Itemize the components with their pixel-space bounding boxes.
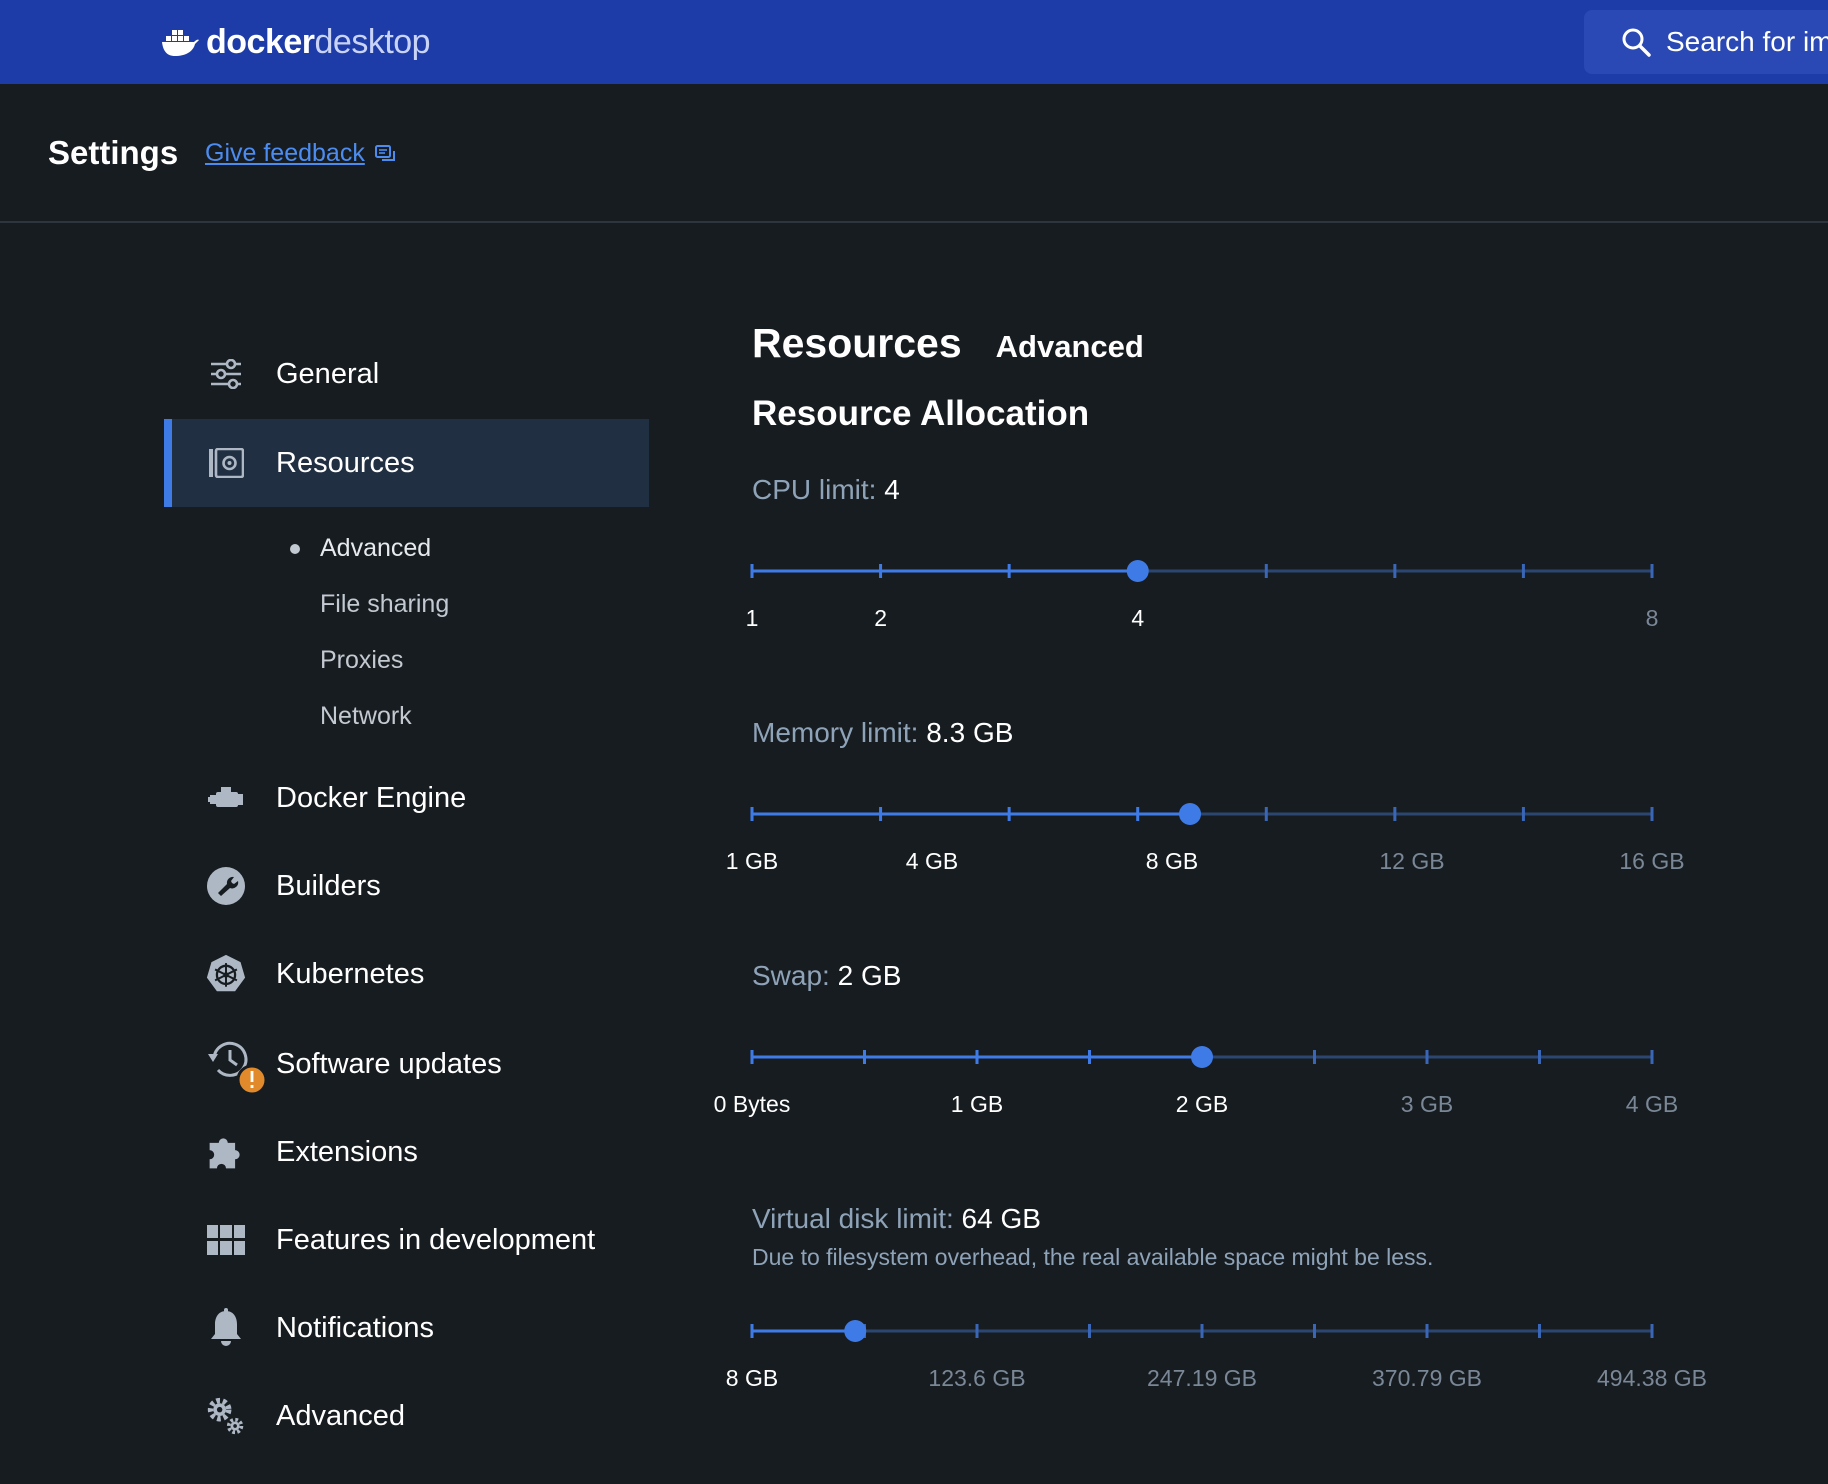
sidebar-item-label: Docker Engine	[276, 781, 467, 814]
memory-limit-value: 8.3 GB	[926, 717, 1014, 748]
swap-label: Swap: 2 GB	[752, 960, 901, 992]
slider-tick-label: 4	[1131, 605, 1145, 631]
memory-limit-key: Memory limit:	[752, 717, 919, 748]
engine-icon	[206, 778, 246, 818]
cpu-limit-label: CPU limit: 4	[752, 474, 900, 506]
grid-icon	[206, 1220, 246, 1260]
slider-tick-label: 2 GB	[1175, 1091, 1229, 1117]
resources-icon	[206, 443, 246, 483]
slider-tick-label: 1	[745, 605, 759, 631]
settings-tabs: Resources Advanced	[752, 320, 1144, 367]
page-title: Settings	[48, 134, 179, 171]
slider-tick-label: 16 GB	[1619, 848, 1685, 874]
search-placeholder: Search for im	[1666, 26, 1828, 57]
sidebar-item-features-in-development[interactable]: Features in development	[164, 1196, 649, 1284]
slider-tick-label: 1 GB	[950, 1091, 1004, 1117]
docker-whale-icon	[162, 30, 199, 56]
slider-tick-label: 2	[874, 605, 888, 631]
slider-tick-label: 8 GB	[1145, 848, 1199, 874]
sub-item-file-sharing[interactable]: File sharing	[320, 590, 449, 619]
sidebar-item-label: General	[276, 357, 380, 390]
cpu-limit-key: CPU limit:	[752, 474, 877, 505]
puzzle-icon	[206, 1132, 246, 1172]
tab-resources[interactable]: Resources	[752, 320, 962, 367]
slider-tick-label: 12 GB	[1379, 848, 1445, 874]
sidebar-item-label: Builders	[276, 869, 381, 902]
slider-tick-label: 1 GB	[725, 848, 779, 874]
give-feedback-label: Give feedback	[205, 139, 365, 167]
feedback-icon	[374, 144, 395, 161]
swap-key: Swap:	[752, 960, 830, 991]
slider-thumb[interactable]	[1191, 1046, 1213, 1068]
gears-icon	[206, 1396, 246, 1436]
swap-value: 2 GB	[837, 960, 902, 991]
sidebar-item-label: Features in development	[276, 1223, 596, 1256]
slider-tick-label: 4 GB	[905, 848, 959, 874]
history-icon	[206, 1041, 268, 1096]
virtual-disk-limit-key: Virtual disk limit:	[752, 1203, 954, 1234]
slider-thumb[interactable]	[1179, 803, 1202, 825]
sidebar-item-resources[interactable]: Resources	[164, 419, 649, 507]
section-title: Resource Allocation	[752, 394, 1090, 433]
give-feedback-link[interactable]: Give feedback	[205, 139, 397, 168]
bell-icon	[206, 1308, 246, 1348]
sidebar-item-label: Advanced	[276, 1399, 405, 1432]
slider-tick-label: 494.38 GB	[1597, 1365, 1707, 1391]
slider-tick-label: 4 GB	[1625, 1091, 1679, 1117]
sub-item-proxies[interactable]: Proxies	[320, 646, 403, 675]
settings-header: Settings Give feedback	[0, 84, 1828, 223]
sidebar-item-label: Extensions	[276, 1135, 418, 1168]
sidebar-item-software-updates[interactable]: Software updates	[164, 1020, 649, 1108]
cpu-limit-value: 4	[884, 474, 900, 505]
sidebar-item-builders[interactable]: Builders	[164, 842, 649, 930]
sub-item-advanced[interactable]: Advanced	[320, 534, 431, 563]
sidebar-item-general[interactable]: General	[164, 330, 649, 418]
virtual-disk-note: Due to filesystem overhead, the real ava…	[752, 1244, 1434, 1270]
virtual-disk-limit-value: 64 GB	[961, 1203, 1041, 1234]
docker-desktop-logo: docker desktop	[160, 20, 431, 64]
sidebar-item-extensions[interactable]: Extensions	[164, 1108, 649, 1196]
slider-tick-label: 0 Bytes	[713, 1091, 791, 1117]
slider-tick-label: 8 GB	[725, 1365, 779, 1391]
sidebar-item-label: Notifications	[276, 1311, 434, 1344]
sidebar-item-label: Software updates	[276, 1047, 502, 1080]
virtual-disk-limit-label: Virtual disk limit: 64 GB	[752, 1203, 1041, 1235]
sidebar-item-label: Resources	[276, 446, 415, 479]
active-sub-item-dot	[290, 544, 300, 554]
top-bar: docker desktop Search for im	[0, 0, 1828, 84]
slider-tick-label: 370.79 GB	[1372, 1365, 1482, 1391]
sidebar-item-notifications[interactable]: Notifications	[164, 1284, 649, 1372]
sidebar-item-label: Kubernetes	[276, 957, 425, 990]
slider-tick-label: 247.19 GB	[1147, 1365, 1257, 1391]
wrench-icon	[206, 866, 246, 906]
sub-item-network[interactable]: Network	[320, 702, 412, 731]
sidebar-item-advanced[interactable]: Advanced	[164, 1372, 649, 1460]
slider-tick-label: 8	[1645, 605, 1659, 631]
sidebar-item-docker-engine[interactable]: Docker Engine	[164, 754, 649, 842]
tab-advanced[interactable]: Advanced	[996, 329, 1144, 365]
slider-tick-label: 3 GB	[1400, 1091, 1454, 1117]
kubernetes-helm-icon	[206, 954, 246, 994]
slider-thumb[interactable]	[844, 1320, 867, 1342]
brand-docker: docker	[206, 22, 315, 61]
slider-thumb[interactable]	[1126, 560, 1149, 582]
memory-limit-label: Memory limit: 8.3 GB	[752, 717, 1013, 749]
search-bar[interactable]: Search for im	[1584, 10, 1828, 74]
slider-tick-label: 123.6 GB	[928, 1365, 1026, 1391]
search-icon	[1622, 28, 1651, 57]
sidebar-item-kubernetes[interactable]: Kubernetes	[164, 930, 649, 1018]
sliders-icon	[206, 354, 246, 394]
brand-desktop: desktop	[314, 22, 431, 61]
